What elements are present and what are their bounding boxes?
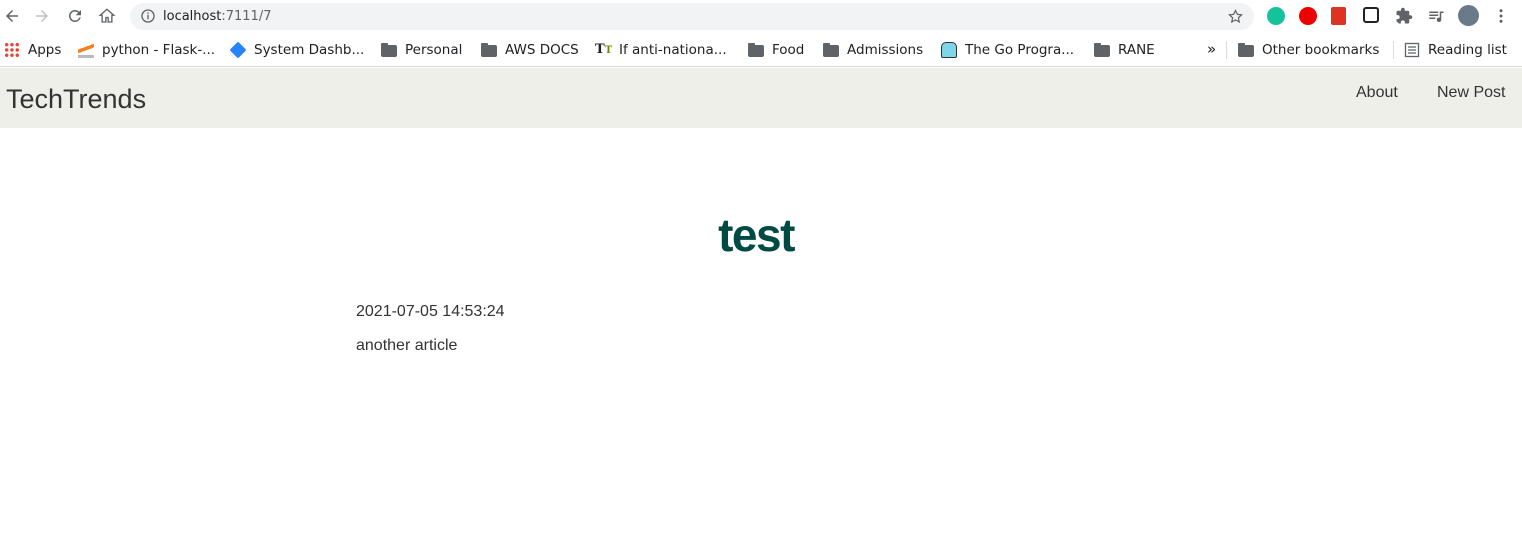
post-title: test [718, 209, 795, 261]
reading-list-button[interactable]: Reading list [1404, 41, 1507, 59]
folder-icon [381, 43, 397, 57]
kebab-menu-icon[interactable] [1492, 7, 1510, 25]
forward-arrow-icon [36, 10, 48, 22]
forward-button[interactable] [30, 4, 54, 28]
pdf-extension-icon[interactable] [1331, 7, 1346, 25]
home-icon [98, 8, 116, 23]
bookmark-star-icon[interactable] [1227, 8, 1244, 25]
browser-toolbar: localhost:7111/7 [0, 0, 1522, 33]
profile-avatar[interactable] [1458, 5, 1479, 26]
url-path: :7111/7 [221, 9, 272, 24]
reading-list-icon [1404, 42, 1420, 58]
post-content: another article [356, 337, 458, 354]
site-navbar: TechTrends About New Post [0, 68, 1522, 128]
bookmark-label: RANE [1118, 42, 1155, 58]
site-brand-link[interactable]: TechTrends [6, 84, 146, 115]
bookmark-folder-admissions[interactable]: Admissions [823, 41, 923, 59]
bookmark-go-programming[interactable]: The Go Progra... [941, 41, 1074, 59]
bookmark-folder-aws-docs[interactable]: AWS DOCS [481, 41, 579, 59]
post-created-date: 2021-07-05 14:53:24 [356, 303, 505, 320]
nav-link-new-post[interactable]: New Post [1437, 84, 1505, 102]
bookmark-python-flask[interactable]: python - Flask-... [78, 41, 215, 59]
text-t-icon: TT [595, 42, 613, 57]
bookmark-label: The Go Progra... [965, 42, 1075, 58]
bookmark-label: Personal [405, 42, 463, 58]
bookmark-label: Apps [28, 42, 62, 58]
jira-icon [229, 41, 247, 59]
back-arrow-icon [6, 10, 18, 22]
reload-icon [68, 9, 81, 22]
home-button[interactable] [95, 4, 119, 28]
adblock-extension-icon[interactable] [1299, 7, 1317, 25]
bookmark-label: Admissions [847, 42, 924, 58]
apps-grid-icon [4, 42, 20, 58]
folder-icon [1238, 43, 1254, 57]
bookmark-anti-national[interactable]: TT If anti-nationa... [595, 41, 727, 59]
bookmarks-overflow-button[interactable]: » [1207, 40, 1216, 58]
folder-icon [748, 43, 764, 57]
url-host: localhost [163, 9, 222, 24]
url-text: localhost:7111/7 [163, 9, 271, 24]
bookmark-folder-personal[interactable]: Personal [381, 41, 462, 59]
nav-link-about[interactable]: About [1356, 84, 1398, 102]
media-queue-icon[interactable] [1427, 7, 1445, 25]
reading-list-label: Reading list [1428, 42, 1507, 58]
folder-icon [481, 43, 497, 57]
info-icon[interactable] [140, 8, 156, 24]
back-button[interactable] [0, 4, 24, 28]
gopher-icon [941, 42, 957, 58]
folder-icon [823, 43, 839, 57]
address-bar[interactable]: localhost:7111/7 [130, 3, 1254, 30]
bookmark-apps[interactable]: Apps [4, 41, 61, 59]
stackoverflow-icon [78, 42, 94, 58]
grammarly-extension-icon[interactable] [1267, 7, 1285, 25]
bookmark-label: python - Flask-... [102, 42, 216, 58]
bookmark-label: Food [772, 42, 805, 58]
bookmark-folder-rane[interactable]: RANE [1094, 41, 1155, 59]
bookmarks-separator [1226, 41, 1227, 59]
folder-icon [1094, 43, 1110, 57]
bookmark-folder-food[interactable]: Food [748, 41, 804, 59]
bookmark-label: AWS DOCS [505, 42, 579, 58]
bookmark-label: If anti-nationa... [619, 42, 727, 58]
bookmarks-separator [1393, 41, 1394, 59]
bookmark-label: System Dashb... [254, 42, 365, 58]
notion-extension-icon[interactable] [1363, 7, 1379, 23]
reload-button[interactable] [63, 4, 87, 28]
bookmark-system-dashboard[interactable]: System Dashb... [229, 41, 365, 59]
bookmark-other-bookmarks[interactable]: Other bookmarks [1238, 41, 1379, 59]
bookmark-label: Other bookmarks [1262, 42, 1380, 58]
extensions-puzzle-icon[interactable] [1395, 7, 1413, 25]
